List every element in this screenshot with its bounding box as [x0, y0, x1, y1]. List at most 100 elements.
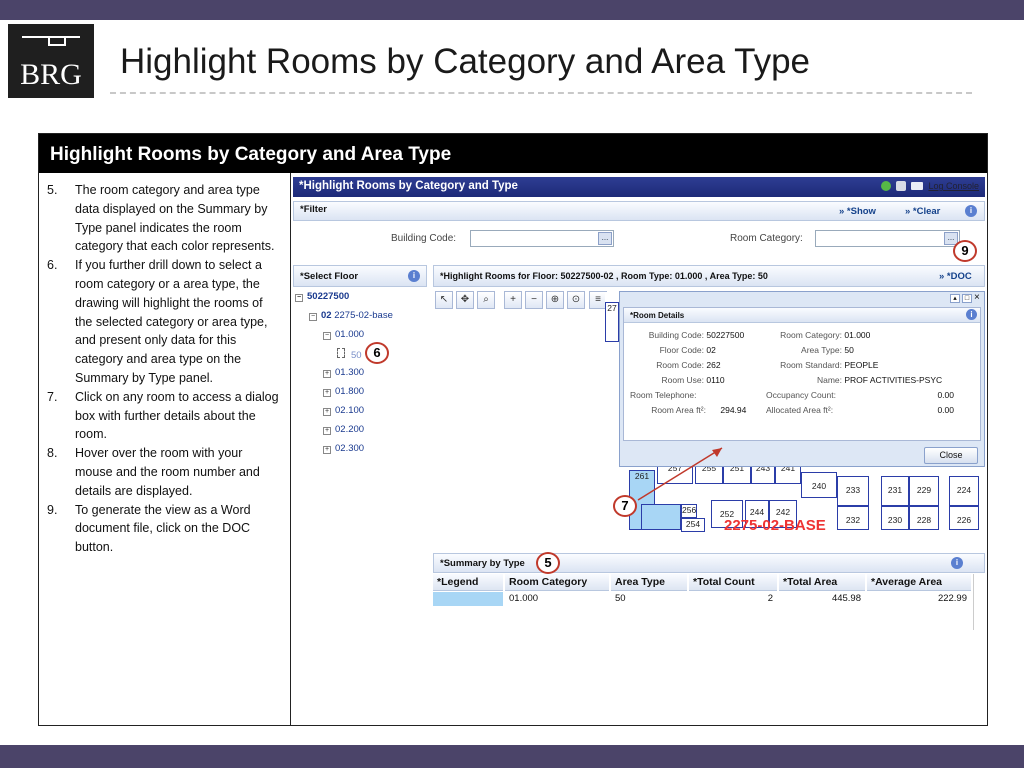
tree-node[interactable]: +02.200 — [323, 424, 364, 435]
step-number: 6. — [47, 258, 58, 273]
callout-arrow — [637, 447, 723, 501]
room[interactable]: 240 — [801, 472, 837, 498]
step-number: 5. — [47, 183, 58, 197]
zoom-out-icon[interactable]: − — [525, 291, 543, 309]
building-code-select-button[interactable]: ... — [598, 232, 612, 245]
expand-icon[interactable]: + — [323, 446, 331, 454]
expand-icon[interactable]: + — [323, 427, 331, 435]
zoom-in-icon[interactable]: + — [504, 291, 522, 309]
room[interactable]: 230 — [881, 506, 909, 530]
room[interactable]: 232 — [837, 506, 869, 530]
column-header[interactable]: *Legend — [433, 574, 503, 591]
room[interactable]: 254 — [681, 518, 705, 532]
step-item: 6. If you further drill down to select a … — [47, 256, 283, 388]
tree-node-label: 01.300 — [335, 367, 365, 378]
logo-text: BRG — [20, 58, 82, 91]
column-header[interactable]: *Average Area — [867, 574, 971, 591]
room-details-header: *Room Details — [624, 308, 980, 323]
room-number: 240 — [811, 481, 827, 491]
tree-node[interactable]: −01.000 — [323, 329, 364, 340]
pan-tool-icon[interactable]: ✥ — [456, 291, 474, 309]
filter-info-icon[interactable]: i — [965, 205, 977, 217]
tree-node-selected[interactable]: 50 — [337, 348, 362, 361]
room-number: 230 — [887, 515, 903, 525]
detail-value: 02 — [706, 345, 716, 355]
tree-node[interactable]: −50227500 — [295, 291, 349, 302]
room[interactable]: 228 — [909, 506, 939, 530]
slide-title: Highlight Rooms by Category and Area Typ… — [120, 42, 811, 81]
room[interactable]: 224 — [949, 476, 979, 506]
collapse-icon[interactable]: − — [323, 332, 331, 340]
expand-icon[interactable]: + — [323, 408, 331, 416]
tree-node[interactable]: −02 2275-02-base — [309, 310, 393, 321]
building-code-input[interactable]: ... — [470, 230, 614, 247]
callout-9: 9 — [953, 240, 977, 262]
tree-node-label: 01.800 — [335, 386, 365, 397]
add-icon[interactable] — [881, 181, 892, 191]
show-button[interactable]: » *Show — [839, 206, 876, 217]
tree-node[interactable]: +01.800 — [323, 386, 364, 397]
detail-value: 0110 — [706, 375, 725, 385]
tree-node[interactable]: +01.300 — [323, 367, 364, 378]
room-category-input[interactable]: ... — [815, 230, 960, 247]
print-icon[interactable] — [896, 181, 907, 191]
select-floor-header: *Select Floor — [293, 265, 427, 287]
column-header[interactable]: *Total Area — [779, 574, 865, 591]
select-floor-info-icon[interactable]: i — [408, 270, 420, 282]
close-button[interactable]: Close — [924, 447, 978, 464]
room-number: 228 — [916, 515, 932, 525]
tree-node-label: 50 — [351, 350, 362, 361]
step-text: Click on any room to access a dialog box… — [75, 389, 279, 442]
column-header[interactable]: *Total Count — [689, 574, 777, 591]
filter-header: *Filter — [293, 201, 985, 221]
zoom-window-icon[interactable]: ⊕ — [546, 291, 564, 309]
tree-node[interactable]: +02.300 — [323, 443, 364, 454]
zoom-extents-icon[interactable]: ⊙ — [567, 291, 585, 309]
mail-icon[interactable] — [911, 182, 924, 190]
tree-node-sublabel: 2275-02-base — [334, 310, 393, 321]
step-text: To generate the view as a Word document … — [75, 502, 251, 555]
room[interactable]: 231 — [881, 476, 909, 506]
log-console-link[interactable]: Log Console — [928, 181, 979, 191]
room[interactable]: 226 — [949, 506, 979, 530]
search-icon[interactable]: ⌕ — [477, 291, 495, 309]
step-item: 7. Click on any room to access a dialog b… — [47, 388, 283, 444]
app-screenshot: *Highlight Rooms by Category and Type Lo… — [293, 177, 985, 632]
column-header[interactable]: Room Category — [505, 574, 609, 591]
detail-row: Area Type: 50 — [762, 345, 854, 355]
detail-key: Floor Code: — [659, 345, 704, 355]
close-icon[interactable]: × — [974, 293, 980, 303]
clear-button[interactable]: » *Clear — [905, 206, 940, 217]
doc-button[interactable]: » *DOC — [939, 271, 972, 282]
detail-row: Allocated Area ft²: 0.00 — [766, 405, 954, 415]
expand-icon[interactable]: + — [323, 389, 331, 397]
select-floor-title: *Select Floor — [300, 271, 359, 282]
room[interactable]: 27 — [605, 302, 619, 342]
collapse-icon[interactable]: − — [295, 294, 303, 302]
detail-row: Occupancy Count: 0.00 — [766, 390, 954, 400]
drawing-header: *Highlight Rooms for Floor: 50227500-02 … — [433, 265, 985, 287]
summary-info-icon[interactable]: i — [951, 557, 963, 569]
tree-node[interactable]: +02.100 — [323, 405, 364, 416]
brg-logo: BRG — [8, 24, 94, 98]
bottom-bar — [0, 745, 1024, 768]
maximize-icon[interactable]: □ — [962, 294, 972, 303]
collapse-icon[interactable]: ▴ — [950, 294, 960, 303]
step-number: 7. — [47, 389, 58, 404]
step-item: 5. The room category and area type data d… — [47, 181, 283, 256]
detail-key: Allocated Area ft²: — [766, 405, 834, 415]
room-details-info-icon[interactable]: i — [966, 309, 977, 320]
drawing-title: *Highlight Rooms for Floor: 50227500-02 … — [440, 271, 768, 281]
detail-value: 50 — [844, 345, 854, 355]
room[interactable]: 229 — [909, 476, 939, 506]
detail-row: Room Area ft²: 294.94 — [624, 405, 756, 415]
room[interactable]: 233 — [837, 476, 869, 506]
select-tool-icon[interactable]: ↖ — [435, 291, 453, 309]
total-count-cell: 2 — [767, 593, 773, 604]
detail-value: 294.94 — [720, 405, 747, 415]
expand-icon[interactable]: + — [323, 370, 331, 378]
scrollbar[interactable] — [973, 574, 983, 630]
legend-swatch — [433, 592, 503, 606]
collapse-icon[interactable]: − — [309, 313, 317, 321]
column-header[interactable]: Area Type — [611, 574, 687, 591]
